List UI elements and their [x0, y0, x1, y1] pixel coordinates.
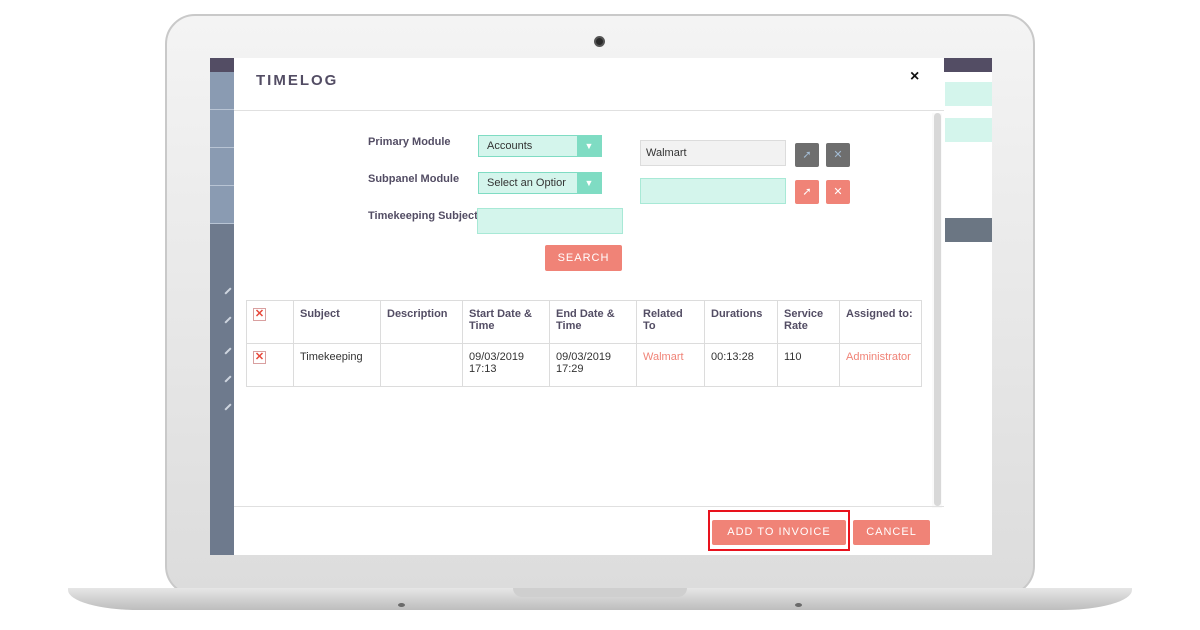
background-panel-header — [945, 218, 992, 242]
highlight-box — [708, 510, 850, 551]
chevron-down-icon: ▼ — [577, 173, 601, 193]
remove-x-icon[interactable]: ✕ — [253, 351, 266, 364]
subpanel-related-field[interactable] — [640, 178, 786, 204]
scrollbar-thumb[interactable] — [934, 113, 941, 506]
remove-x-icon[interactable]: ✕ — [253, 308, 266, 321]
column-header: Durations — [704, 300, 778, 344]
cell-start-datetime: 09/03/2019 17:13 — [462, 343, 550, 387]
primary-module-value: Accounts — [487, 140, 533, 152]
column-header: Assigned to: — [839, 300, 922, 344]
footer-divider — [234, 506, 944, 507]
cell-service-rate: 110 — [777, 343, 840, 387]
start-date: 09/03/2019 — [469, 351, 525, 363]
chevron-down-icon: ▼ — [577, 136, 601, 156]
subpanel-module-label: Subpanel Module — [368, 173, 460, 185]
column-header: Subject — [293, 300, 381, 344]
modal-title: TIMELOG — [256, 72, 339, 89]
subpanel-module-value: Select an Optior — [487, 177, 566, 189]
laptop-foot — [795, 603, 802, 607]
cell-subject: Timekeeping — [293, 343, 381, 387]
related-to-link[interactable]: Walmart — [636, 343, 705, 387]
background-sidebar-item — [210, 72, 234, 110]
cell-description — [380, 343, 463, 387]
timelog-modal: TIMELOG × Primary Module Accounts ▼ Subp… — [234, 58, 944, 555]
table-header-row: ✕ Subject Description Start Date & Time … — [246, 300, 922, 344]
primary-module-label: Primary Module — [368, 136, 451, 148]
results-table: ✕ Subject Description Start Date & Time … — [246, 300, 922, 387]
table-row: ✕ Timekeeping 09/03/2019 17:13 09/03/2019… — [246, 343, 922, 387]
close-icon[interactable]: × — [910, 68, 919, 86]
clear-x-icon[interactable]: ✕ — [826, 180, 850, 204]
screen: TIMELOG × Primary Module Accounts ▼ Subp… — [210, 58, 992, 555]
start-time: 17:13 — [469, 363, 497, 375]
background-sidebar-item — [210, 148, 234, 186]
timekeeping-subject-input[interactable] — [477, 208, 623, 234]
select-cursor-icon[interactable]: ➚ — [795, 143, 819, 167]
primary-module-select[interactable]: Accounts ▼ — [478, 135, 602, 157]
cell-end-datetime: 09/03/2019 17:29 — [549, 343, 637, 387]
timekeeping-subject-label: Timekeeping Subject — [368, 210, 478, 222]
end-time: 17:29 — [556, 363, 584, 375]
clear-x-icon[interactable]: ✕ — [826, 143, 850, 167]
laptop-notch — [513, 588, 687, 597]
column-header: Service Rate — [777, 300, 840, 344]
column-header: Description — [380, 300, 463, 344]
related-record-field: Walmart — [640, 140, 786, 166]
end-date: 09/03/2019 — [556, 351, 612, 363]
background-field — [945, 118, 992, 142]
column-header: End Date & Time — [549, 300, 637, 344]
header-divider — [234, 110, 944, 111]
background-sidebar-item — [210, 110, 234, 148]
column-header: Related To — [636, 300, 705, 344]
laptop-foot — [398, 603, 405, 607]
cell-duration: 00:13:28 — [704, 343, 778, 387]
subpanel-module-select[interactable]: Select an Optior ▼ — [478, 172, 602, 194]
search-button[interactable]: SEARCH — [545, 245, 622, 271]
cancel-button[interactable]: CANCEL — [853, 520, 930, 545]
assigned-to-link[interactable]: Administrator — [839, 343, 922, 387]
column-header: Start Date & Time — [462, 300, 550, 344]
select-cursor-icon[interactable]: ➚ — [795, 180, 819, 204]
background-field — [945, 82, 992, 106]
background-sidebar-item — [210, 186, 234, 224]
camera-icon — [594, 36, 605, 47]
row-remove-cell: ✕ — [246, 343, 294, 387]
header-remove-cell: ✕ — [246, 300, 294, 344]
